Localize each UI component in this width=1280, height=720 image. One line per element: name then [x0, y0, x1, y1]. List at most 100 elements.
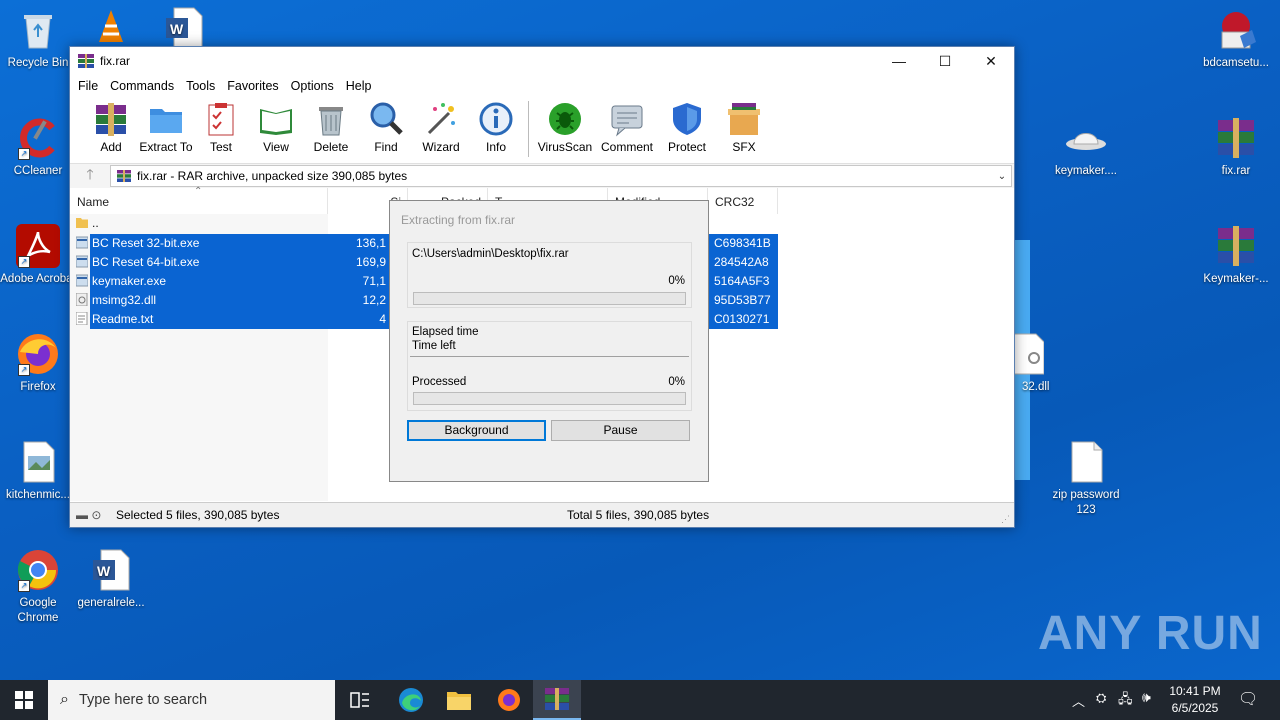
desktop-icon-keymaker[interactable]: keymaker....: [1048, 116, 1124, 179]
task-view-button[interactable]: [336, 680, 384, 720]
extract-progress-dialog: Extracting from fix.rar C:\Users\admin\D…: [389, 200, 709, 482]
resize-grip-icon[interactable]: ⋰: [1001, 507, 1010, 531]
desktop-icon-recycle-bin[interactable]: Recycle Bin: [0, 8, 76, 71]
status-bar: ▬ ⊙ Selected 5 files, 390,085 bytes Tota…: [70, 502, 1014, 527]
processed-progress-bar: [413, 392, 686, 405]
desktop-icon-firefox[interactable]: ↗ Firefox: [0, 332, 76, 395]
notification-icon[interactable]: 🗨: [1238, 689, 1258, 709]
taskbar-search-box[interactable]: ⌕ Type here to search: [48, 680, 335, 720]
address-field[interactable]: fix.rar - RAR archive, unpacked size 390…: [110, 165, 1012, 187]
bandicam-setup-icon: [1214, 8, 1258, 52]
file-row[interactable]: msimg32.dll 12,2: [76, 291, 390, 310]
maximize-button[interactable]: ☐: [922, 47, 968, 75]
clock[interactable]: 10:41 PM 6/5/2025: [1166, 683, 1224, 717]
comment-label: Comment: [600, 140, 653, 154]
time-progress-panel: Elapsed time Time left Processed 0%: [407, 321, 692, 411]
file-row[interactable]: keymaker.exe 71,1: [76, 272, 390, 291]
find-button[interactable]: Find: [359, 97, 413, 154]
start-button[interactable]: [0, 680, 48, 720]
network-icon[interactable]: 🖧: [1118, 690, 1133, 712]
protect-label: Protect: [667, 140, 706, 154]
parent-folder-row[interactable]: ..: [76, 214, 376, 233]
menu-tools[interactable]: Tools: [180, 79, 221, 93]
info-button[interactable]: Info: [469, 97, 523, 154]
desktop-icon-label: CCleaner: [13, 165, 63, 177]
text-file-icon: [1064, 440, 1108, 484]
protect-button[interactable]: Protect: [659, 97, 715, 154]
svg-text:W: W: [170, 21, 184, 37]
desktop-icon-adobe-acrobat[interactable]: ↗ Adobe Acrobat: [0, 224, 76, 287]
taskbar-winrar[interactable]: [533, 680, 581, 720]
book-icon: [260, 109, 292, 135]
column-name[interactable]: Name ⌃: [70, 186, 328, 214]
extract-to-button[interactable]: Extract To: [139, 97, 193, 154]
close-button[interactable]: ✕: [968, 47, 1014, 75]
anyrun-watermark: ANY RUN: [1038, 607, 1263, 660]
desktop-icon-label: kitchenmic...: [6, 489, 70, 501]
keymaker-icon: [1064, 116, 1108, 160]
chrome-icon: ↗: [16, 548, 60, 592]
comment-button[interactable]: Comment: [596, 97, 658, 154]
wizard-button[interactable]: Wizard: [414, 97, 468, 154]
archive-path: C:\Users\admin\Desktop\fix.rar: [412, 248, 569, 260]
menu-favorites[interactable]: Favorites: [221, 79, 284, 93]
volume-icon[interactable]: 🕪: [1142, 689, 1151, 706]
taskbar-edge[interactable]: [387, 680, 435, 720]
file-row[interactable]: Readme.txt 4: [76, 310, 390, 329]
menu-options[interactable]: Options: [285, 79, 340, 93]
chevron-down-icon[interactable]: ⌄: [993, 171, 1011, 182]
svg-text:W: W: [97, 563, 111, 579]
exe-file-icon: [76, 236, 88, 249]
ccleaner-icon: ↗: [16, 116, 60, 160]
minimize-button[interactable]: —: [876, 47, 922, 75]
status-total: Total 5 files, 390,085 bytes: [567, 508, 710, 522]
menu-file[interactable]: File: [72, 79, 104, 93]
taskbar-firefox[interactable]: [485, 680, 533, 720]
menu-help[interactable]: Help: [340, 79, 378, 93]
crc-cell: 284542A8: [708, 253, 778, 272]
device-icon[interactable]: ⛭: [1096, 690, 1106, 706]
processed-percent: 0%: [668, 376, 685, 388]
test-button[interactable]: Test: [194, 97, 248, 154]
background-button[interactable]: Background: [407, 420, 546, 441]
column-crc32[interactable]: CRC32: [708, 188, 778, 214]
menu-commands[interactable]: Commands: [104, 79, 180, 93]
up-folder-button[interactable]: 🡑: [70, 164, 110, 188]
find-label: Find: [374, 140, 398, 154]
add-button[interactable]: Add: [84, 97, 138, 154]
exe-file-icon: [76, 274, 88, 287]
desktop-icon-bdcamsetup[interactable]: bdcamsetu...: [1198, 8, 1274, 71]
desktop-icon-generalrele[interactable]: W generalrele...: [73, 548, 149, 611]
pause-button[interactable]: Pause: [551, 420, 690, 441]
desktop-icon-ccleaner[interactable]: ↗ CCleaner: [0, 116, 76, 179]
minimize-icon: —: [892, 53, 906, 69]
edge-icon: [399, 688, 423, 712]
taskbar-file-explorer[interactable]: [435, 680, 483, 720]
chevron-up-icon[interactable]: ︿: [1072, 691, 1085, 710]
info-icon: [479, 102, 513, 136]
desktop-icon-fix-rar[interactable]: fix.rar: [1198, 116, 1274, 179]
sfx-button[interactable]: SFX: [716, 97, 772, 154]
virusscan-button[interactable]: VirusScan: [535, 97, 595, 154]
desktop-icon-keymaker-rar[interactable]: Keymaker-...: [1198, 224, 1274, 287]
desktop-icon-zip-password[interactable]: zip password 123: [1048, 440, 1124, 518]
dialog-title: Extracting from fix.rar: [401, 213, 516, 227]
add-label: Add: [100, 140, 122, 154]
crc-cell: C0130271: [708, 310, 778, 329]
desktop-icon-label: bdcamsetu...: [1203, 57, 1269, 69]
desktop-icon-kitchenmic[interactable]: kitchenmic...: [0, 440, 76, 503]
drive-icon: ▬ ⊙: [76, 508, 102, 522]
delete-button[interactable]: Delete: [304, 97, 358, 154]
sort-ascending-icon: ⌃: [194, 186, 203, 197]
trash-icon: [319, 107, 343, 136]
desktop-icon-google-chrome[interactable]: ↗ Google Chrome: [0, 548, 76, 626]
address-text: fix.rar - RAR archive, unpacked size 390…: [137, 169, 408, 183]
file-row[interactable]: BC Reset 32-bit.exe 136,1: [76, 234, 390, 253]
info-label: Info: [485, 140, 506, 154]
file-row[interactable]: BC Reset 64-bit.exe 169,9: [76, 253, 390, 272]
view-button[interactable]: View: [249, 97, 303, 154]
virusscan-label: VirusScan: [537, 140, 593, 154]
text-file-icon: [76, 312, 88, 325]
status-selected: Selected 5 files, 390,085 bytes: [116, 508, 280, 522]
comment-icon: [611, 105, 643, 137]
